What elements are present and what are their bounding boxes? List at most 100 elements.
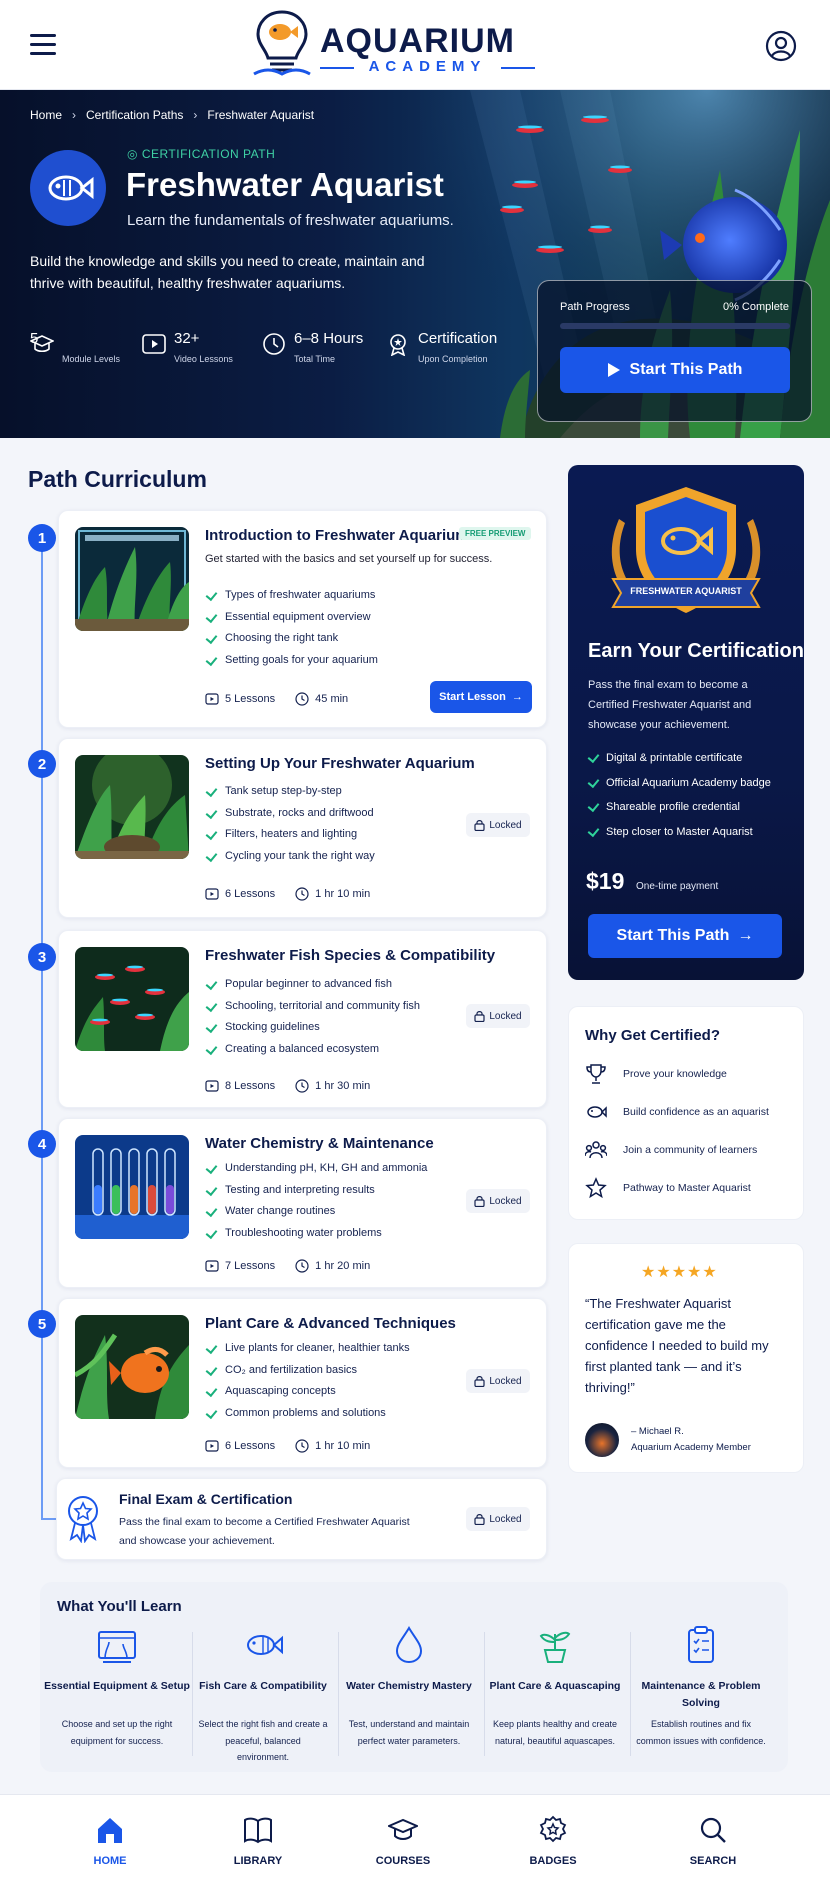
module-card-1[interactable]: Introduction to Freshwater Aquariums FRE… (58, 510, 547, 728)
certification-benefits: Digital & printable certificate Official… (588, 752, 771, 850)
topic-item: Water change routines (205, 1205, 427, 1227)
breadcrumb-home[interactable]: Home (30, 108, 62, 122)
clock-icon (295, 692, 309, 706)
topic-item: Filters, heaters and lighting (205, 828, 375, 850)
bottom-tab-bar: HOME LIBRARY COURSES BADGES SEARCH (0, 1794, 830, 1894)
tab-badges[interactable]: BADGES (493, 1815, 613, 1875)
module-number: 4 (28, 1130, 56, 1158)
module-number: 3 (28, 943, 56, 971)
module-description: Get started with the basics and set your… (205, 553, 493, 565)
topic-item: Testing and interpreting results (205, 1184, 427, 1206)
topic-item: Live plants for cleaner, healthier tanks (205, 1342, 410, 1364)
benefit-item: Step closer to Master Aquarist (588, 826, 771, 851)
menu-icon[interactable] (30, 34, 56, 55)
avatar (585, 1423, 619, 1457)
module-thumbnail (75, 1135, 189, 1239)
chevron-right-icon: › (72, 108, 77, 122)
topic-item: Setting goals for your aquarium (205, 654, 378, 676)
topic-item: Choosing the right tank (205, 632, 378, 654)
topic-item: Stocking guidelines (205, 1021, 420, 1043)
account-icon[interactable] (765, 30, 797, 62)
learn-item: Fish Care & Compatibility Select the rig… (190, 1626, 336, 1762)
certification-card: FRESHWATER AQUARIST Earn Your Certificat… (568, 465, 804, 980)
why-item: Pathway to Master Aquarist (585, 1177, 795, 1207)
module-title: Plant Care & Advanced Techniques (205, 1315, 456, 1332)
stat-videos: 32+ Video Lessons (142, 330, 240, 372)
testimonial-name: – Michael R. (631, 1426, 684, 1437)
play-icon (205, 888, 219, 900)
free-preview-badge: FREE PREVIEW (459, 527, 532, 540)
module-card-3[interactable]: Freshwater Fish Species & Compatibility … (58, 930, 547, 1108)
certificate-badge-icon (611, 487, 761, 613)
graduation-cap-icon (388, 1818, 418, 1840)
path-tag: ◎ CERTIFICATION PATH (127, 147, 276, 161)
price-note: One-time payment (636, 881, 719, 892)
certificate-badge-label: FRESHWATER AQUARIST (630, 586, 742, 596)
play-icon (205, 1080, 219, 1092)
module-number: 2 (28, 750, 56, 778)
why-item: Join a community of learners (585, 1139, 795, 1169)
tab-courses[interactable]: COURSES (343, 1815, 463, 1875)
module-thumbnail (75, 947, 189, 1051)
brand-title: AQUARIUM (320, 22, 515, 60)
lock-icon (474, 1376, 485, 1387)
stat-modules: 5 Module Levels (30, 330, 121, 364)
star-icon (585, 1177, 607, 1199)
stat-certification: Certification Upon Completion (386, 330, 506, 372)
module-card-2[interactable]: Setting Up Your Freshwater Aquarium Tank… (58, 738, 547, 918)
play-icon (205, 693, 219, 705)
search-icon (700, 1817, 726, 1843)
start-path-button[interactable]: Start This Path (560, 347, 790, 393)
start-lesson-button[interactable]: Start Lesson → (430, 681, 532, 713)
module-meta: 6 Lessons 1 hr 10 min (205, 887, 370, 901)
topic-item: CO₂ and fertilization basics (205, 1364, 410, 1386)
module-meta: 7 Lessons 1 hr 20 min (205, 1259, 370, 1273)
learn-title: What You'll Learn (57, 1598, 182, 1615)
testimonial-card: ★★★★★ “The Freshwater Aquarist certifica… (568, 1243, 804, 1473)
clock-icon (295, 1439, 309, 1453)
module-title: Setting Up Your Freshwater Aquarium (205, 755, 475, 772)
breadcrumb: Home › Certification Paths › Freshwater … (30, 108, 314, 122)
topic-item: Common problems and solutions (205, 1407, 410, 1429)
module-title: Water Chemistry & Maintenance (205, 1135, 434, 1152)
badge-icon (539, 1815, 567, 1843)
certification-title: Earn Your Certification (588, 640, 804, 662)
topic-item: Essential equipment overview (205, 611, 378, 633)
module-card-4[interactable]: Water Chemistry & Maintenance Understand… (58, 1118, 547, 1288)
top-bar: AQUARIUM ACADEMY (0, 0, 830, 90)
progress-status: 0% Complete (722, 301, 789, 313)
lock-icon (474, 1196, 485, 1207)
hero-stats: 5 Module Levels 32+ Video Lessons 6–8 Ho… (30, 330, 528, 372)
module-card-5[interactable]: Plant Care & Advanced Techniques Live pl… (58, 1298, 547, 1468)
community-icon (585, 1141, 607, 1159)
topic-item: Understanding pH, KH, GH and ammonia (205, 1162, 427, 1184)
module-number: 5 (28, 1310, 56, 1338)
why-certified-card: Why Get Certified? Prove your knowledge … (568, 1006, 804, 1220)
locked-badge: Locked (466, 1369, 530, 1393)
brand-subtitle: ACADEMY (320, 58, 535, 75)
start-path-button[interactable]: Start This Path → (588, 914, 782, 958)
why-item: Build confidence as an aquarist (585, 1101, 795, 1131)
trophy-icon (586, 1064, 606, 1084)
module-number: 1 (28, 524, 56, 552)
learn-item: Plant Care & Aquascaping Keep plants hea… (482, 1626, 628, 1758)
clock-icon (295, 1259, 309, 1273)
benefit-item: Digital & printable certificate (588, 752, 771, 777)
tab-search[interactable]: SEARCH (653, 1815, 773, 1875)
topic-item: Substrate, rocks and driftwood (205, 807, 375, 829)
stat-time: 6–8 Hours Total Time (262, 330, 364, 372)
module-topics: Tank setup step-by-step Substrate, rocks… (205, 785, 375, 871)
lock-icon (474, 1011, 485, 1022)
certification-description: Pass the final exam to become a Certifie… (588, 679, 752, 731)
plant-icon (539, 1631, 571, 1663)
topic-item: Schooling, territorial and community fis… (205, 1000, 420, 1022)
breadcrumb-certification-paths[interactable]: Certification Paths (86, 108, 183, 122)
final-exam-card[interactable]: Final Exam & Certification Pass the fina… (56, 1478, 547, 1560)
arrow-right-icon: → (737, 927, 754, 944)
tab-library[interactable]: LIBRARY (198, 1815, 318, 1875)
brand-logo[interactable]: AQUARIUM ACADEMY (250, 8, 550, 82)
chevron-right-icon: › (193, 108, 198, 122)
why-title: Why Get Certified? (585, 1027, 721, 1044)
tab-home[interactable]: HOME (50, 1815, 170, 1875)
module-thumbnail (75, 527, 189, 631)
